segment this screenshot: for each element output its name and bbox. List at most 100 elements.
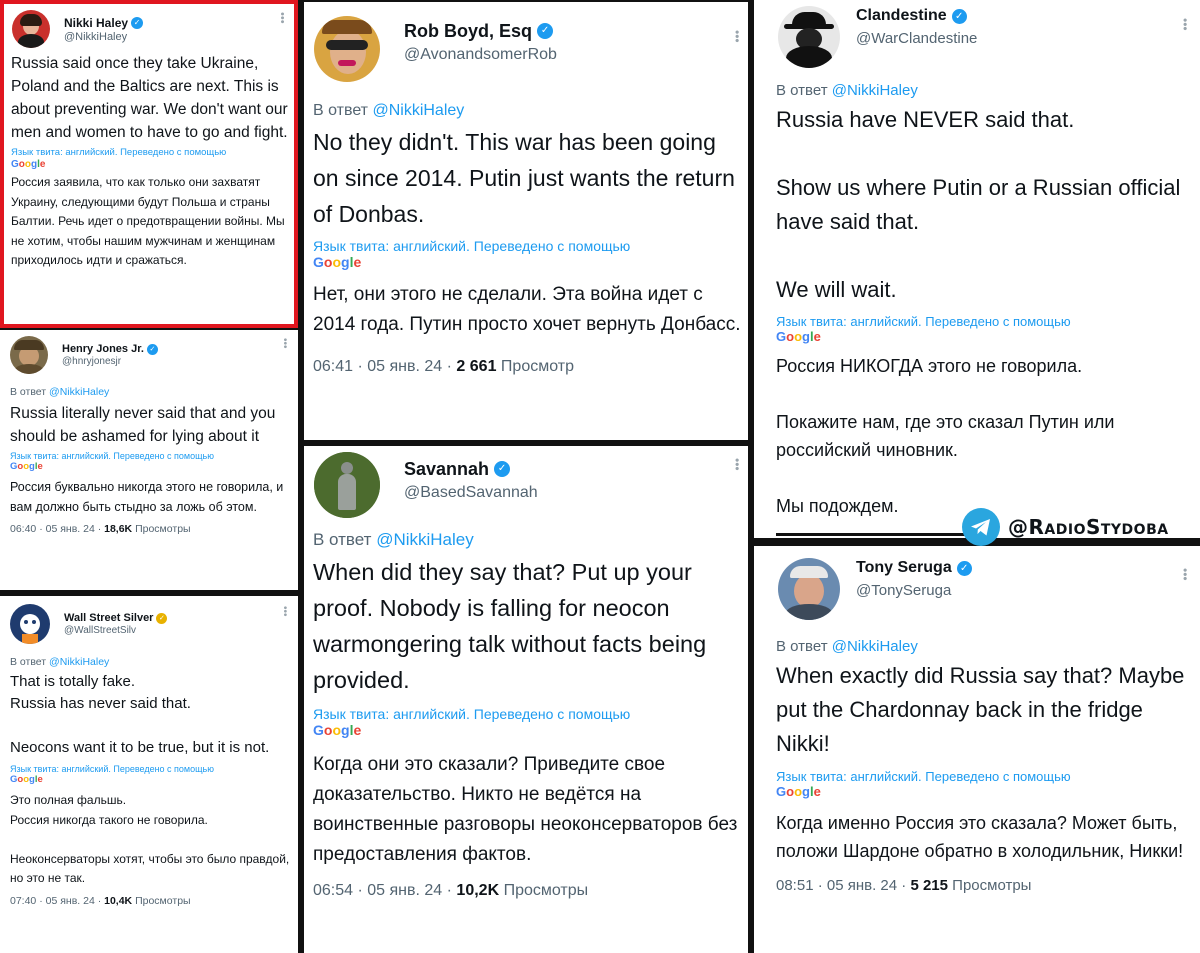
tweet-meta: 08:51 · 05 янв. 24 · 5 215 Просмотры bbox=[776, 877, 1196, 894]
translation-note[interactable]: Язык твита: английский. Переведено с пом… bbox=[313, 706, 745, 722]
translation-note[interactable]: Язык твита: английский. Переведено с пом… bbox=[10, 451, 292, 461]
verified-badge-icon: ✓ bbox=[156, 612, 168, 624]
display-name[interactable]: Rob Boyd, Esq bbox=[404, 21, 532, 42]
view-count: 2 661 bbox=[456, 358, 497, 375]
google-logo: Google bbox=[10, 461, 43, 472]
more-options-icon[interactable]: ••• bbox=[1178, 18, 1192, 31]
divider bbox=[776, 533, 966, 536]
tweet-text: Russia have NEVER said that. Show us whe… bbox=[776, 107, 1181, 302]
google-logo: Google bbox=[776, 329, 821, 344]
more-options-icon[interactable]: ••• bbox=[1178, 568, 1192, 581]
translated-text: Нет, они этого не сделали. Эта война иде… bbox=[313, 284, 741, 335]
reply-mention-link[interactable]: @NikkiHaley bbox=[372, 102, 464, 119]
tweet-card-wss[interactable]: Wall Street Silver ✓ @WallStreetSilv •••… bbox=[0, 596, 298, 953]
user-handle[interactable]: @BasedSavannah bbox=[404, 484, 538, 502]
avatar[interactable] bbox=[12, 10, 50, 48]
telegram-icon bbox=[962, 508, 1000, 546]
translation-note[interactable]: Язык твита: английский. Переведено с пом… bbox=[776, 769, 1196, 784]
more-options-icon[interactable]: ••• bbox=[279, 606, 290, 617]
reply-mention-link[interactable]: @NikkiHaley bbox=[832, 82, 918, 99]
tweet-meta: 07:40 · 05 янв. 24 · 10,4K Просмотры bbox=[10, 895, 292, 907]
telegram-watermark[interactable]: @RadioStydoba bbox=[962, 508, 1169, 546]
tweet-card-haley[interactable]: Nikki Haley ✓ @NikkiHaley ••• Russia sai… bbox=[0, 0, 298, 328]
reply-prefix: В ответ bbox=[10, 386, 47, 398]
watermark-handle: @RadioStydoba bbox=[1008, 515, 1169, 539]
reply-mention-link[interactable]: @NikkiHaley bbox=[49, 656, 109, 668]
translation-note[interactable]: Язык твита: английский. Переведено с пом… bbox=[776, 314, 1196, 329]
avatar[interactable] bbox=[10, 336, 48, 374]
verified-badge-icon: ✓ bbox=[537, 23, 554, 39]
tweet-card-boyd[interactable]: Rob Boyd, Esq ✓ @AvonandsomerRob ••• В о… bbox=[304, 2, 748, 440]
user-handle[interactable]: @WallStreetSilv bbox=[64, 625, 167, 636]
timestamp-link[interactable]: 07:40 · 05 янв. 24 · bbox=[10, 895, 101, 907]
reply-context: В ответ @NikkiHaley bbox=[313, 102, 743, 120]
display-name[interactable]: Henry Jones Jr. bbox=[62, 343, 144, 355]
tweet-text: When did they say that? Put up your proo… bbox=[313, 559, 707, 693]
tweet-text: Russia literally never said that and you… bbox=[10, 405, 276, 445]
translation-note[interactable]: Язык твита: английский. Переведено с пом… bbox=[11, 147, 291, 158]
translated-text: Это полная фальшь. Россия никогда такого… bbox=[10, 793, 290, 885]
tweet-meta: 06:41 · 05 янв. 24 · 2 661 Просмотр bbox=[313, 358, 743, 376]
tweet-card-clandestine[interactable]: Clandestine ✓ @WarClandestine ••• В отве… bbox=[754, 0, 1200, 538]
verified-badge-icon: ✓ bbox=[956, 560, 972, 576]
more-options-icon[interactable]: ••• bbox=[276, 12, 288, 24]
reply-context: В ответ @NikkiHaley bbox=[10, 386, 292, 398]
google-logo: Google bbox=[776, 784, 821, 799]
reply-mention-link[interactable]: @NikkiHaley bbox=[376, 530, 474, 549]
tweet-meta: 06:40 · 05 янв. 24 · 18,6K Просмотры bbox=[10, 523, 292, 535]
translated-text: Россия НИКОГДА этого не говорила. Покажи… bbox=[776, 356, 1115, 516]
reply-context: В ответ @NikkiHaley bbox=[776, 638, 1196, 655]
user-handle[interactable]: @AvonandsomerRob bbox=[404, 46, 557, 64]
timestamp-link[interactable]: 08:51 · 05 янв. 24 · bbox=[776, 877, 906, 894]
tweet-card-savannah[interactable]: Savannah ✓ @BasedSavannah ••• В ответ @N… bbox=[304, 446, 748, 953]
translated-text: Россия буквально никогда этого не говори… bbox=[10, 480, 284, 514]
google-logo: Google bbox=[313, 722, 362, 738]
avatar[interactable] bbox=[778, 6, 840, 68]
translation-note[interactable]: Язык твита: английский. Переведено с пом… bbox=[313, 238, 743, 254]
reply-mention-link[interactable]: @NikkiHaley bbox=[49, 386, 109, 398]
views-label: Просмотры bbox=[135, 523, 191, 535]
more-options-icon[interactable]: ••• bbox=[730, 30, 744, 43]
reply-context: В ответ @NikkiHaley bbox=[776, 82, 1196, 99]
google-logo: Google bbox=[10, 774, 43, 785]
view-count: 18,6K bbox=[104, 523, 133, 535]
display-name[interactable]: Savannah bbox=[404, 459, 489, 480]
reply-mention-link[interactable]: @NikkiHaley bbox=[832, 638, 918, 655]
user-handle[interactable]: @hnryjonesjr bbox=[62, 356, 158, 367]
timestamp-link[interactable]: 06:40 · 05 янв. 24 · bbox=[10, 523, 101, 535]
verified-badge-icon: ✓ bbox=[951, 8, 967, 24]
reply-prefix: В ответ bbox=[776, 638, 828, 655]
more-options-icon[interactable]: ••• bbox=[730, 458, 744, 471]
views-label: Просмотры bbox=[952, 877, 1032, 894]
views-label: Просмотр bbox=[500, 358, 574, 375]
tweet-meta: 06:54 · 05 янв. 24 · 10,2K Просмотры bbox=[313, 882, 745, 900]
display-name[interactable]: Clandestine bbox=[856, 7, 947, 25]
verified-badge-icon: ✓ bbox=[494, 461, 511, 477]
user-handle[interactable]: @TonySeruga bbox=[856, 582, 972, 599]
avatar[interactable] bbox=[778, 558, 840, 620]
view-count: 10,2K bbox=[456, 882, 500, 899]
timestamp-link[interactable]: 06:54 · 05 янв. 24 · bbox=[313, 882, 452, 899]
avatar[interactable] bbox=[314, 452, 380, 518]
translated-text: Когда они это сказали? Приведите свое до… bbox=[313, 754, 738, 865]
avatar[interactable] bbox=[314, 16, 380, 82]
more-options-icon[interactable]: ••• bbox=[279, 338, 290, 349]
avatar[interactable] bbox=[10, 604, 50, 644]
tweet-text: When exactly did Russia say that? Maybe … bbox=[776, 663, 1185, 756]
user-handle[interactable]: @WarClandestine bbox=[856, 30, 977, 47]
tweet-text: That is totally fake. Russia has never s… bbox=[10, 673, 270, 756]
translated-text: Россия заявила, что как только они захва… bbox=[11, 175, 285, 267]
translated-text: Когда именно Россия это сказала? Может б… bbox=[776, 813, 1184, 861]
display-name[interactable]: Tony Seruga bbox=[856, 559, 952, 577]
tweet-text: Russia said once they take Ukraine, Pola… bbox=[11, 55, 288, 141]
tweet-card-seruga[interactable]: Tony Seruga ✓ @TonySeruga ••• В ответ @N… bbox=[754, 546, 1200, 953]
user-handle[interactable]: @NikkiHaley bbox=[64, 31, 143, 43]
verified-badge-icon: ✓ bbox=[131, 16, 144, 29]
display-name[interactable]: Nikki Haley bbox=[64, 16, 128, 30]
verified-badge-icon: ✓ bbox=[146, 343, 158, 355]
display-name[interactable]: Wall Street Silver bbox=[64, 612, 153, 624]
reply-context: В ответ @NikkiHaley bbox=[313, 530, 745, 550]
tweet-card-jones[interactable]: Henry Jones Jr. ✓ @hnryjonesjr ••• В отв… bbox=[0, 330, 298, 590]
translation-note[interactable]: Язык твита: английский. Переведено с пом… bbox=[10, 764, 292, 774]
timestamp-link[interactable]: 06:41 · 05 янв. 24 · bbox=[313, 358, 452, 375]
